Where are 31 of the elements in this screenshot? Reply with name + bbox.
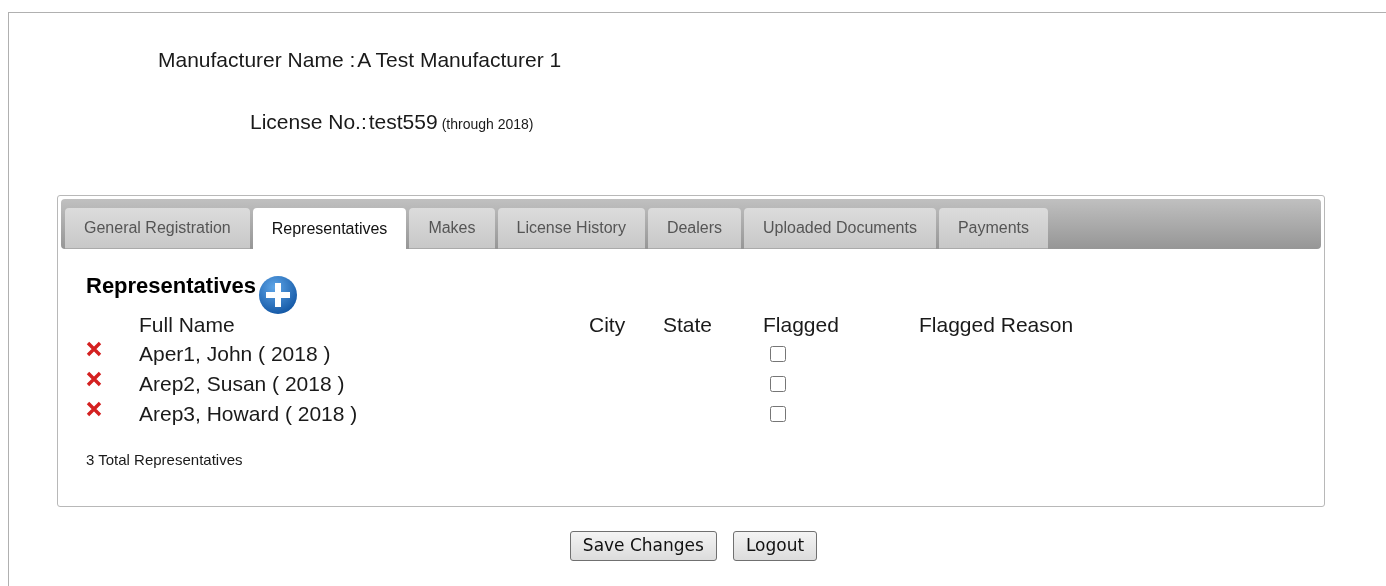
tab[interactable]: Representatives xyxy=(252,208,407,249)
flagged-checkbox[interactable] xyxy=(770,376,786,392)
manufacturer-label: Manufacturer Name : xyxy=(158,47,356,73)
delete-icon[interactable] xyxy=(86,401,102,417)
add-icon[interactable] xyxy=(258,275,298,315)
tab[interactable]: Uploaded Documents xyxy=(744,208,936,249)
action-button[interactable]: Logout xyxy=(732,531,818,561)
tab[interactable]: Makes xyxy=(409,208,495,249)
tab[interactable]: License History xyxy=(497,208,645,249)
full-name-cell-text: Arep2, Susan ( 2018 ) xyxy=(139,371,346,398)
tab[interactable]: General Registration xyxy=(65,208,250,249)
license-value: test559 xyxy=(368,108,438,135)
manufacturer-value: A Test Manufacturer 1 xyxy=(357,47,562,73)
column-header: State xyxy=(663,312,714,338)
delete-icon[interactable] xyxy=(86,371,102,387)
license-label: License No.: xyxy=(250,108,367,135)
flagged-checkbox[interactable] xyxy=(770,346,786,362)
column-header: Flagged Reason xyxy=(919,312,1075,338)
column-header: Full Name xyxy=(139,312,236,338)
section-title: Representatives xyxy=(86,272,256,300)
tab[interactable]: Dealers xyxy=(647,208,741,249)
flagged-checkbox[interactable] xyxy=(770,406,786,422)
column-header: City xyxy=(589,312,627,338)
license-note: (through 2018) xyxy=(441,114,534,134)
total-count: 3 Total Representatives xyxy=(85,450,244,470)
delete-icon[interactable] xyxy=(86,341,102,357)
full-name-cell-text: Arep3, Howard ( 2018 ) xyxy=(139,401,359,428)
full-name-cell-text: Aper1, John ( 2018 ) xyxy=(139,341,332,368)
column-header: Flagged xyxy=(763,312,840,338)
tab[interactable]: Payments xyxy=(938,208,1049,249)
action-button[interactable]: Save Changes xyxy=(569,531,717,561)
